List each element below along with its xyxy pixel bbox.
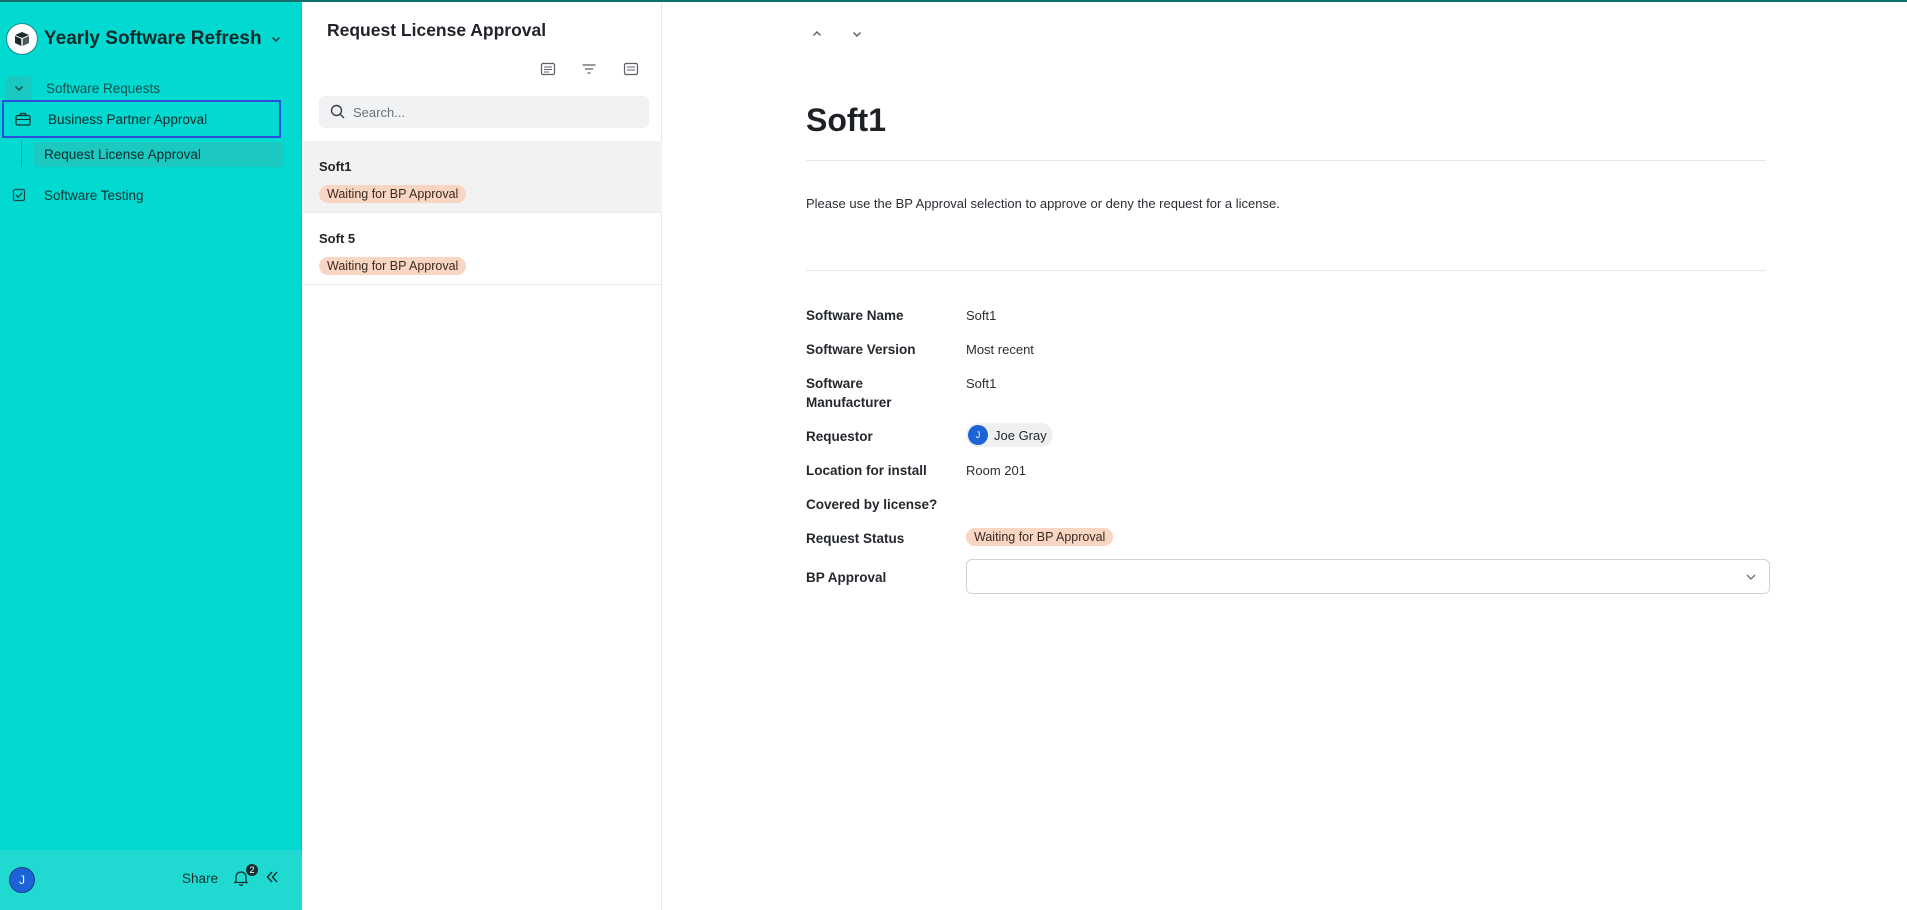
list-item[interactable]: Soft 5 Waiting for BP Approval: [303, 213, 662, 285]
divider: [806, 270, 1766, 271]
user-avatar[interactable]: J: [9, 867, 35, 893]
tree-connector: [21, 141, 22, 167]
status-badge: Waiting for BP Approval: [966, 528, 1114, 546]
field-value-software-name: Soft1: [966, 308, 997, 323]
list-item[interactable]: Soft1 Waiting for BP Approval: [303, 141, 662, 213]
sidebar-footer: J Share 2: [0, 850, 302, 910]
field-label-software-manufacturer: Software Manufacturer: [806, 376, 892, 410]
field-label-location: Location for install: [806, 463, 927, 478]
app-logo-icon: [6, 23, 38, 55]
status-badge: Waiting for BP Approval: [319, 185, 467, 203]
field-label-request-status: Request Status: [806, 531, 905, 546]
record-description: Please use the BP Approval selection to …: [806, 196, 1280, 211]
sidebar-item-request-license-approval[interactable]: Request License Approval: [34, 142, 284, 167]
record-name: Soft1: [319, 159, 352, 174]
field-value-software-manufacturer: Soft1: [966, 376, 997, 391]
sidebar-item-label: Business Partner Approval: [48, 111, 208, 127]
filter-icon[interactable]: [579, 60, 599, 78]
notification-badge: 2: [246, 864, 258, 876]
chevron-down-icon[interactable]: [6, 76, 32, 100]
divider: [806, 160, 1766, 161]
sidebar-item-business-partner-approval[interactable]: Business Partner Approval: [2, 100, 281, 138]
sidebar-item-label: Software Testing: [44, 187, 144, 203]
chevron-up-icon[interactable]: [807, 24, 827, 44]
share-button[interactable]: Share: [182, 871, 218, 886]
sidebar: Yearly Software Refresh Software Request…: [0, 2, 302, 910]
status-badge: Waiting for BP Approval: [319, 257, 467, 275]
field-label-bp-approval: BP Approval: [806, 570, 887, 585]
record-detail: Soft1 Please use the BP Approval selecti…: [663, 2, 1907, 910]
layout-icon[interactable]: [538, 60, 558, 78]
sidebar-item-label: Request License Approval: [44, 147, 201, 162]
field-label-requestor: Requestor: [806, 429, 873, 444]
field-value-software-version: Most recent: [966, 342, 1034, 357]
sidebar-item-software-testing[interactable]: Software Testing: [4, 177, 280, 213]
field-value-location: Room 201: [966, 463, 1026, 478]
list-title: Request License Approval: [327, 20, 547, 40]
checkbox-icon: [4, 188, 34, 202]
record-title: Soft1: [806, 102, 886, 138]
search-box[interactable]: [319, 96, 649, 128]
record-name: Soft 5: [319, 231, 356, 246]
record-list-panel: Request License Approval Soft1 Waiting f…: [303, 2, 662, 910]
requestor-name: Joe Gray: [994, 427, 1047, 443]
requestor-chip[interactable]: J Joe Gray: [966, 423, 1053, 447]
field-label-software-name: Software Name: [806, 308, 904, 323]
search-input[interactable]: [353, 104, 633, 120]
chevron-down-icon: [1743, 569, 1759, 585]
view-options-icon[interactable]: [621, 60, 641, 78]
bp-approval-select[interactable]: [966, 559, 1770, 594]
app-title: Yearly Software Refresh: [44, 28, 262, 49]
chevron-down-icon[interactable]: [270, 33, 282, 45]
chevron-down-icon[interactable]: [847, 24, 867, 44]
field-label-covered-by-license: Covered by license?: [806, 497, 938, 512]
search-icon: [329, 103, 347, 121]
briefcase-icon: [8, 112, 38, 126]
field-label-software-version: Software Version: [806, 342, 916, 357]
app-switcher[interactable]: Yearly Software Refresh: [6, 22, 296, 56]
avatar: J: [968, 425, 988, 445]
sidebar-group-label: Software Requests: [46, 80, 161, 96]
collapse-sidebar-icon[interactable]: [264, 869, 284, 889]
